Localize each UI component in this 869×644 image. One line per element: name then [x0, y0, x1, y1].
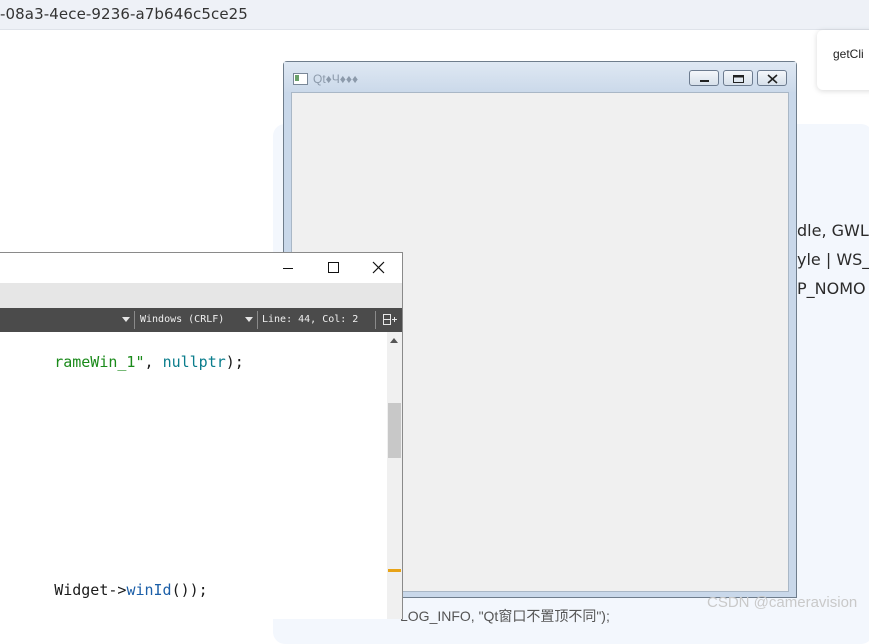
dropdown-arrow-icon[interactable]: [245, 317, 253, 322]
code-line[interactable]: Widget->winId());: [0, 563, 208, 617]
code-token: Widget->: [54, 581, 127, 599]
close-icon: [372, 261, 385, 274]
split-view-icon[interactable]: [383, 314, 397, 326]
dropdown-arrow-icon[interactable]: [122, 317, 130, 322]
line-endings-selector[interactable]: Windows (CRLF): [140, 314, 224, 325]
bg-text-line: yle | WS_(: [797, 250, 869, 269]
vertical-scrollbar[interactable]: [387, 332, 402, 619]
qt-window-titlebar[interactable]: Qt♦Ч♦♦♦: [284, 62, 796, 92]
watermark: CSDN @cameravision: [707, 594, 858, 611]
code-area[interactable]: rameWin_1", nullptr); Widget->winId());: [0, 332, 387, 619]
code-token: ());: [171, 581, 208, 599]
scroll-up-icon[interactable]: [390, 338, 398, 343]
scroll-marker: [388, 569, 401, 572]
code-token: winId: [126, 581, 172, 599]
qt-window-title: Qt♦Ч♦♦♦: [313, 72, 359, 86]
close-icon: [767, 74, 778, 84]
editor-toolbar: [0, 283, 402, 309]
code-editor-window[interactable]: Windows (CRLF) Line: 44, Col: 2 rameWin_…: [0, 252, 403, 619]
cursor-position: Line: 44, Col: 2: [262, 314, 359, 325]
code-token: rameWin_1": [54, 353, 145, 371]
maximize-icon: [328, 262, 339, 273]
code-token: );: [225, 353, 244, 371]
code-token: nullptr: [162, 353, 226, 371]
floating-card-label: getCli: [833, 47, 864, 61]
editor-titlebar[interactable]: [0, 253, 402, 283]
editor-maximize-button[interactable]: [310, 253, 355, 283]
code-token: ,: [144, 353, 163, 371]
editor-close-button[interactable]: [355, 253, 400, 283]
bg-bottom-text: LOG_INFO, "Qt窗口不置顶不同");: [400, 608, 610, 624]
editor-minimize-button[interactable]: [265, 253, 310, 283]
browser-top-strip: -08a3-4ece-9236-a7b646c5ce25: [0, 0, 869, 30]
scrollbar-thumb[interactable]: [388, 403, 401, 458]
bg-text-line: P_NOMO: [797, 279, 866, 298]
minimize-icon: [700, 80, 709, 82]
minimize-button[interactable]: [689, 70, 719, 86]
restore-button[interactable]: [723, 70, 753, 86]
editor-statusbar: Windows (CRLF) Line: 44, Col: 2: [0, 308, 402, 332]
bg-text-line: dle, GWL: [797, 221, 869, 240]
guid-text: -08a3-4ece-9236-a7b646c5ce25: [0, 5, 248, 23]
minimize-icon: [283, 268, 293, 269]
app-icon: [293, 73, 308, 85]
close-button[interactable]: [757, 70, 787, 86]
code-line[interactable]: rameWin_1", nullptr);: [0, 335, 244, 389]
restore-icon: [733, 75, 744, 83]
floating-card[interactable]: getCli: [817, 30, 869, 90]
